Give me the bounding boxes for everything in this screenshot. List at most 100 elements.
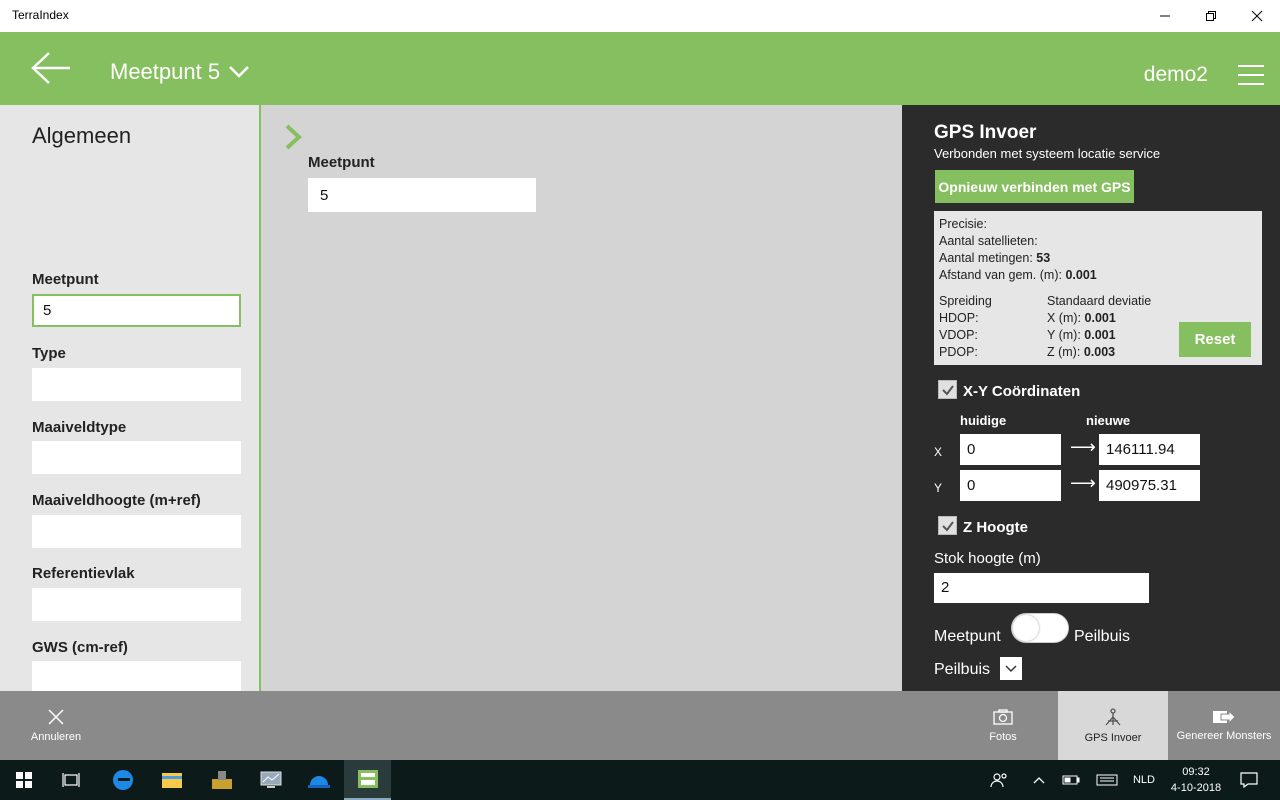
cancel-label: Annuleren [30,730,82,743]
col-current-label: huidige [960,413,1007,428]
photos-button[interactable]: Fotos [948,691,1058,760]
battery-icon [1062,775,1080,785]
start-button[interactable] [0,760,47,800]
reconnect-gps-button[interactable]: Opnieuw verbinden met GPS [935,170,1134,203]
task-view-button[interactable] [47,760,94,800]
terraindex-app-button[interactable] [344,760,391,800]
people-button[interactable] [984,760,1014,800]
gps-panel: GPS Invoer Verbonden met systeem locatie… [902,105,1280,691]
window-title: TerraIndex [12,8,69,22]
bottom-app-bar: Annuleren Fotos GPS Invoer Genereer Mons… [0,691,1280,760]
checkmark-icon [942,385,954,396]
windows-logo-icon [15,772,32,788]
restore-button[interactable] [1188,0,1234,32]
xy-label: X-Y Coördinaten [963,383,1081,400]
tray-overflow-button[interactable] [1026,760,1052,800]
col-new-label: nieuwe [1086,413,1131,428]
terraindex-icon [357,770,378,788]
vdop-label: VDOP: [939,328,978,342]
notification-icon [1240,772,1258,788]
hamburger-menu-icon [1238,65,1264,85]
x-new-input[interactable]: 146111.94 [1099,434,1200,465]
y-new-input[interactable]: 490975.31 [1099,470,1200,501]
maaiveldtype-input[interactable] [32,441,241,474]
spreiding-label: Spreiding [939,294,992,308]
surveyor-tripod-icon [1105,707,1121,725]
field-label-maaiveldhoogte: Maaiveldhoogte (m+ref) [32,492,201,509]
arrow-right-icon: ⟶ [1070,437,1096,457]
people-icon [990,773,1007,788]
xy-checkbox[interactable] [938,380,957,399]
folder-icon [161,773,182,788]
keyboard-button[interactable] [1092,760,1122,800]
referentievlak-input[interactable] [32,588,241,621]
gps-title: GPS Invoer [934,122,1037,143]
close-icon [48,708,64,725]
keyboard-icon [1096,774,1118,786]
field-label-type: Type [32,345,66,362]
clock-time: 09:32 [1182,766,1210,778]
gps-input-button[interactable]: GPS Invoer [1058,691,1168,760]
maaiveldhoogte-input[interactable] [32,515,241,548]
restore-icon [1206,11,1216,21]
helmet-app-button[interactable] [295,760,342,800]
system-clock[interactable]: 09:32 4-10-2018 [1166,764,1226,796]
edge-browser-button[interactable] [99,760,146,800]
generate-samples-label: Genereer Monsters [1176,729,1272,742]
measurements-row: Aantal metingen: 53 [939,251,1051,265]
detail-meetpunt-input[interactable]: 5 [308,178,536,212]
windows-taskbar: NLD 09:32 4-10-2018 [0,760,1280,800]
chevron-down-icon [1005,664,1017,672]
tools-app-button[interactable] [198,760,245,800]
language-indicator[interactable]: NLD [1128,760,1160,800]
z-checkbox[interactable] [938,516,957,535]
y-current-input[interactable]: 0 [960,470,1061,501]
close-window-button[interactable] [1234,0,1280,32]
monitor-icon [260,771,281,788]
monitor-app-button[interactable] [247,760,294,800]
field-label-meetpunt: Meetpunt [32,271,99,288]
notifications-button[interactable] [1234,760,1264,800]
battery-indicator[interactable] [1058,760,1084,800]
edge-icon [112,770,133,790]
pdop-label: PDOP: [939,345,978,359]
detail-panel: Meetpunt 5 [261,105,902,691]
meetpunt-input[interactable]: 5 [32,294,241,327]
detail-label: Meetpunt [308,154,375,171]
x-current-input[interactable]: 0 [960,434,1061,465]
section-title: Algemeen [32,123,132,148]
stok-height-input[interactable]: 2 [934,573,1149,603]
hdop-label: HDOP: [939,311,979,325]
toggle-knob [1013,615,1039,641]
type-input[interactable] [32,368,241,401]
peilbuis-dropdown[interactable] [1000,657,1022,680]
arrow-left-icon [31,52,70,84]
x-axis-label: X [934,445,943,459]
precision-row: Precisie: [939,217,987,231]
gws-input[interactable] [32,661,241,691]
y-axis-label: Y [934,481,943,495]
chevron-down-icon [229,66,249,78]
back-button[interactable] [30,50,72,86]
file-explorer-button[interactable] [148,760,195,800]
chevron-right-icon [285,124,302,150]
tools-icon [211,771,232,789]
generate-samples-button[interactable]: Genereer Monsters [1168,691,1280,760]
cancel-button[interactable]: Annuleren [20,691,92,760]
gps-input-label: GPS Invoer [1084,731,1142,744]
type-toggle[interactable] [1011,613,1069,643]
peilbuis-label: Peilbuis [934,661,991,678]
app-header: Meetpunt 5 demo2 [0,32,1280,105]
reset-button[interactable]: Reset [1179,322,1251,357]
toggle-right-label: Peilbuis [1074,628,1131,645]
expand-button[interactable] [283,123,305,151]
menu-button[interactable] [1236,62,1266,88]
hard-hat-icon [307,776,330,788]
page-title: Meetpunt 5 [110,59,221,84]
minimize-button[interactable] [1142,0,1188,32]
field-label-maaiveldtype: Maaiveldtype [32,419,127,436]
checkmark-icon [942,521,954,532]
stok-height-label: Stok hoogte (m) [934,550,1041,567]
measurement-point-selector[interactable]: Meetpunt 5 [110,59,250,85]
chevron-up-icon [1033,777,1045,784]
